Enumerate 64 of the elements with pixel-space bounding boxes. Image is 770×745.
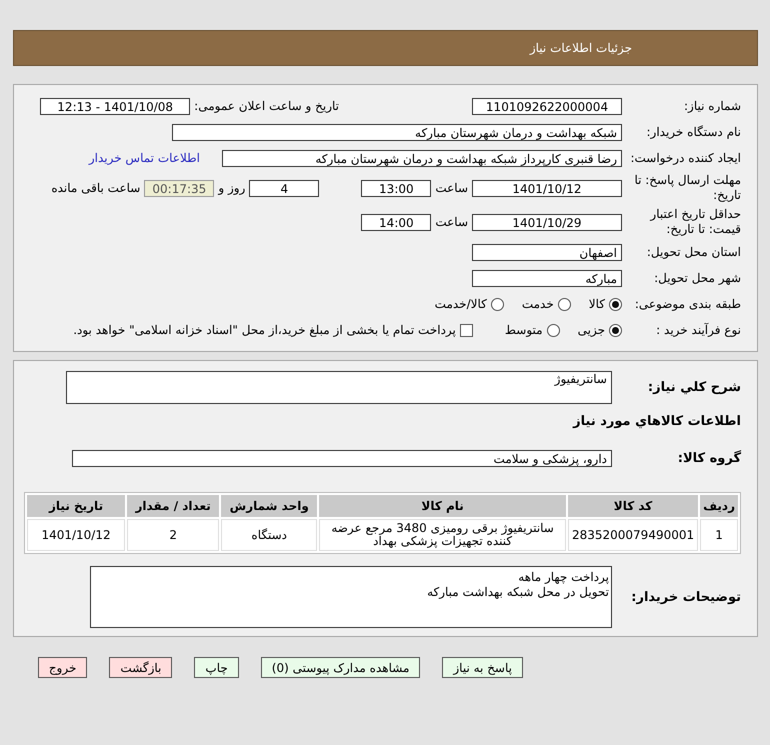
column-header: کد کالا <box>568 495 698 517</box>
field-label: نوع فرآیند خرید : <box>655 322 741 338</box>
remaining-time-field: 00:17:35 <box>144 180 214 196</box>
option-label: خدمت <box>522 297 554 311</box>
field-label: شرح کلي نياز: <box>646 380 741 395</box>
field-label: نام دستگاه خریدار: <box>646 124 741 140</box>
option-label: جزیی <box>578 323 605 337</box>
field-label: طبقه بندی موضوعی: <box>634 296 741 312</box>
radio-button[interactable] <box>490 298 504 310</box>
announce-date-field: 1401/10/08 - 12:13 <box>40 98 190 114</box>
table-cell: 2 <box>127 519 220 551</box>
action-button[interactable]: مشاهده مدارک پیوستی (0) <box>260 657 420 678</box>
days-field: 4 <box>249 180 320 196</box>
field-label: ساعت <box>435 181 468 195</box>
option-label: کالا <box>588 297 605 311</box>
option-label: کالا/خدمت <box>434 297 487 311</box>
radio-button[interactable] <box>609 324 622 336</box>
field-label: شهر محل تحویل: <box>653 270 741 286</box>
table-cell: سانتریفیوژ برقی رومیزی 3480 مرجع عرضه کننده تجهیزات پزشکی بهداد <box>319 519 566 551</box>
column-header: ردیف <box>700 495 738 517</box>
field-label: گروه کالا: <box>676 450 741 466</box>
action-button[interactable]: خروج <box>38 657 88 678</box>
column-header: واحد شمارش <box>221 495 318 517</box>
date-field: 1401/10/12 <box>472 180 622 196</box>
page-title: جزئیات اطلاعات نیاز <box>530 41 632 55</box>
summary-field: سانتریفیوژ <box>66 371 612 404</box>
radio-button[interactable] <box>609 298 622 310</box>
table-cell: 1 <box>700 519 738 551</box>
action-button[interactable]: بازگشت <box>109 657 172 678</box>
column-header: تاریخ نیاز <box>27 495 126 517</box>
column-header: تعداد / مقدار <box>127 495 220 517</box>
table-cell: 2835200079490001 <box>568 519 698 551</box>
field-label: ساعت باقی مانده <box>51 181 140 195</box>
contact-link[interactable]: اطلاعات تماس خریدار <box>88 151 200 165</box>
field-label: شماره نیاز: <box>683 98 741 114</box>
time-field: 14:00 <box>361 214 432 230</box>
field-label: روز و <box>218 181 246 195</box>
field-label: ساعت <box>435 215 468 229</box>
field-label: تاریخ و ساعت اعلان عمومی: <box>194 99 339 113</box>
radio-button[interactable] <box>558 298 571 310</box>
time-field: 13:00 <box>361 180 432 196</box>
option-label: متوسط <box>504 323 543 337</box>
need-number-field: 1101092622000004 <box>472 98 622 114</box>
table-cell: دستگاه <box>221 519 318 551</box>
date-field: 1401/10/29 <box>472 214 622 230</box>
buyer-field: شبکه بهداشت و درمان شهرستان مبارکه <box>172 124 622 140</box>
checkbox[interactable] <box>460 324 473 336</box>
action-button[interactable]: چاپ <box>194 657 239 678</box>
field-label: مهلت ارسال پاسخ: تا تاریخ: <box>633 173 741 203</box>
creator-field: رضا قنبری کارپرداز شبکه بهداشت و درمان شهرستان مبارکه <box>222 150 622 166</box>
column-header: نام کالا <box>319 495 566 517</box>
table-cell: 1401/10/12 <box>27 519 126 551</box>
field-label: استان محل تحویل: <box>646 244 741 260</box>
notes-field: پرداخت چهار ماهه تحویل در محل شبکه بهداشت مبارکه <box>90 566 612 628</box>
group-field: دارو، پزشکی و سلامت <box>72 450 612 466</box>
city-field: مبارکه <box>472 270 622 286</box>
field-label: توضیحات خریدار: <box>630 590 741 604</box>
section-title: اطلاعات كالاهاي مورد نياز <box>573 414 741 428</box>
radio-button[interactable] <box>546 324 560 336</box>
action-button[interactable]: پاسخ به نیاز <box>442 657 523 678</box>
field-label: حداقل تاریخ اعتبار قیمت: تا تاریخ: <box>648 207 741 237</box>
field-label: ایجاد کننده درخواست: <box>629 150 741 166</box>
checkbox-label: پرداخت تمام یا بخشی از مبلغ خرید،از محل "اسناد خزانه اسلامی" خواهد بود. <box>73 323 456 337</box>
province-field: اصفهان <box>472 244 622 260</box>
